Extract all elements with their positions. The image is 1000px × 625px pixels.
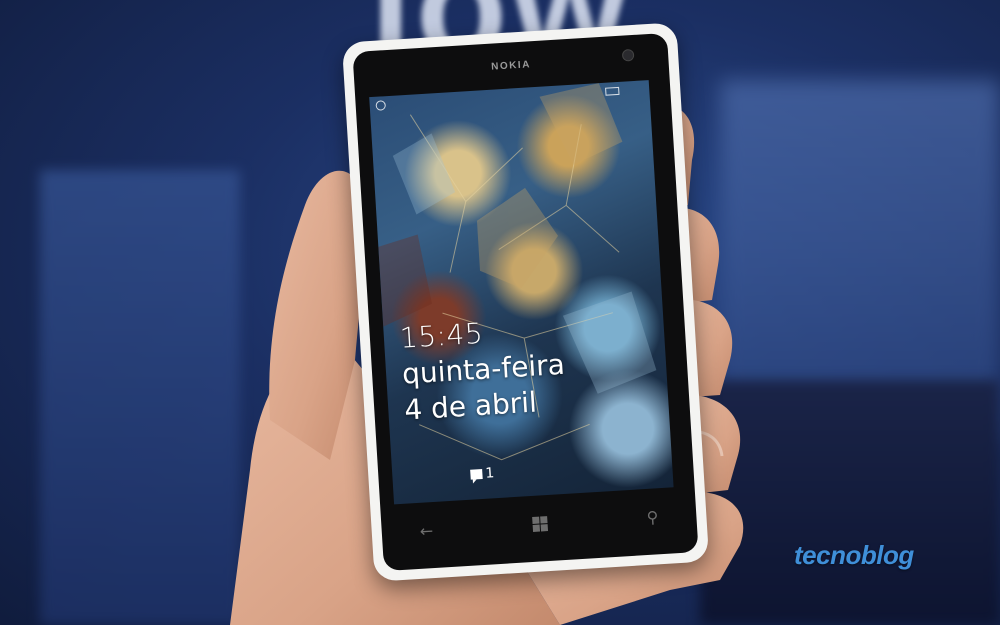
back-arrow-icon[interactable]: ←	[419, 521, 434, 541]
signal-icon	[375, 100, 387, 111]
message-icon	[470, 468, 483, 480]
search-icon[interactable]: ⚲	[646, 507, 659, 527]
lock-screen[interactable]: 15:45 quinta-feira 4 de abril 1	[369, 80, 674, 505]
message-notification: 1	[470, 465, 495, 482]
lock-time: 15:45	[398, 316, 485, 355]
hardware-nav-bar: ← ⚲	[395, 495, 684, 552]
watermark-logo: tecnoblog	[794, 540, 914, 570]
message-count: 1	[484, 465, 495, 482]
leaf-wallpaper	[378, 83, 657, 461]
battery-icon	[605, 86, 620, 96]
phone: NOKIA 15:45 quinta-feira 4 de abril 1 ← …	[341, 22, 710, 582]
windows-logo-icon[interactable]	[531, 515, 548, 532]
phone-face: NOKIA 15:45 quinta-feira 4 de abril 1 ← …	[352, 32, 699, 572]
